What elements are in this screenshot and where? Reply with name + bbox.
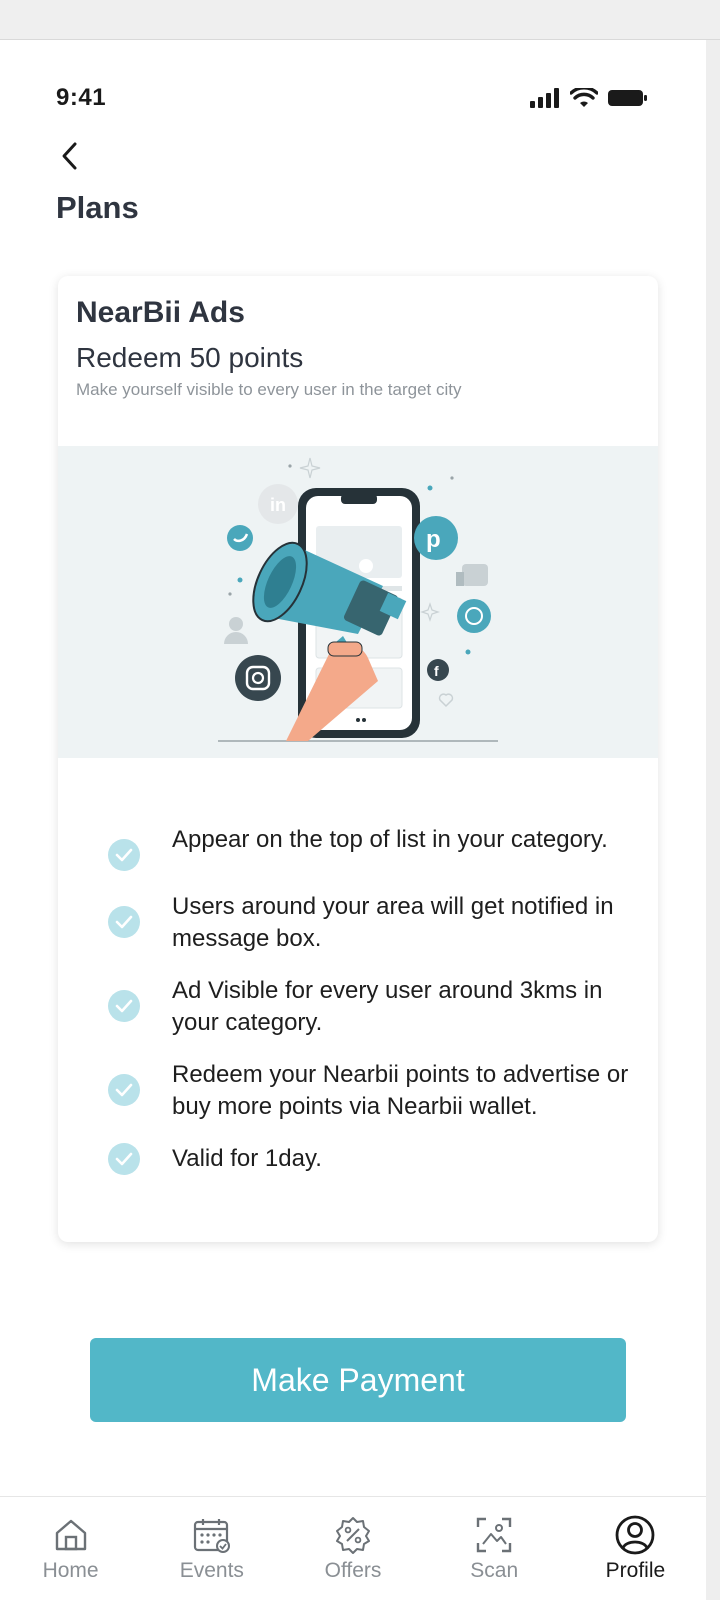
make-payment-button[interactable]: Make Payment	[90, 1338, 626, 1422]
check-icon	[108, 1074, 140, 1106]
bottom-nav: Home Events Offers Scan Profile	[0, 1496, 706, 1600]
check-icon	[108, 1143, 140, 1175]
plan-card: NearBii Ads Redeem 50 points Make yourse…	[58, 276, 658, 1242]
nav-label: Offers	[324, 1559, 382, 1582]
plan-title: NearBii Ads	[76, 296, 245, 329]
feature-list: Appear on the top of list in your catego…	[108, 824, 648, 1195]
page-title: Plans	[56, 190, 139, 225]
feature-item: Redeem your Nearbii points to advertise …	[108, 1059, 648, 1123]
check-icon	[108, 839, 140, 871]
nav-item-home[interactable]: Home	[0, 1497, 141, 1600]
nav-item-events[interactable]: Events	[141, 1497, 282, 1600]
svg-text:f: f	[434, 663, 439, 679]
status-bar: 9:41	[0, 84, 706, 114]
nav-label: Profile	[605, 1559, 666, 1582]
plan-points: Redeem 50 points	[76, 342, 304, 373]
app-screen: 9:41 Plans NearBii Ads Redeem 50 points …	[0, 40, 706, 1600]
nav-label: Events	[179, 1559, 244, 1582]
calendar-icon	[192, 1515, 232, 1555]
home-icon	[51, 1515, 91, 1555]
chevron-left-icon	[62, 142, 77, 170]
nav-label: Home	[42, 1559, 99, 1582]
megaphone-illustration: in p f	[58, 446, 658, 758]
check-icon	[108, 990, 140, 1022]
nav-label: Scan	[470, 1559, 519, 1582]
battery-icon	[608, 90, 647, 106]
feature-item: Users around your area will get notified…	[108, 891, 648, 955]
wifi-icon	[570, 88, 598, 107]
profile-icon	[615, 1515, 655, 1555]
megaphone-phone-illustration: in p f	[218, 457, 498, 742]
status-time: 9:41	[56, 84, 107, 111]
plan-description: Make yourself visible to every user in t…	[76, 380, 462, 399]
status-icons	[530, 88, 648, 108]
scan-icon	[474, 1515, 514, 1555]
feature-text: Users around your area will get notified…	[172, 893, 614, 952]
svg-text:in: in	[270, 495, 286, 515]
feature-item: Valid for 1day.	[108, 1143, 648, 1175]
feature-item: Appear on the top of list in your catego…	[108, 824, 648, 871]
top-strip	[0, 0, 720, 40]
back-button[interactable]	[58, 136, 98, 176]
nav-item-offers[interactable]: Offers	[282, 1497, 423, 1600]
feature-text: Appear on the top of list in your catego…	[172, 826, 608, 853]
svg-text:p: p	[426, 526, 441, 553]
signal-icon	[530, 88, 559, 108]
nav-item-profile[interactable]: Profile	[565, 1497, 706, 1600]
feature-text: Redeem your Nearbii points to advertise …	[172, 1061, 629, 1120]
feature-text: Ad Visible for every user around 3kms in…	[172, 977, 603, 1036]
nav-item-scan[interactable]: Scan	[424, 1497, 565, 1600]
feature-item: Ad Visible for every user around 3kms in…	[108, 975, 648, 1039]
offers-badge-icon	[333, 1515, 373, 1555]
check-icon	[108, 906, 140, 938]
feature-text: Valid for 1day.	[172, 1145, 322, 1172]
